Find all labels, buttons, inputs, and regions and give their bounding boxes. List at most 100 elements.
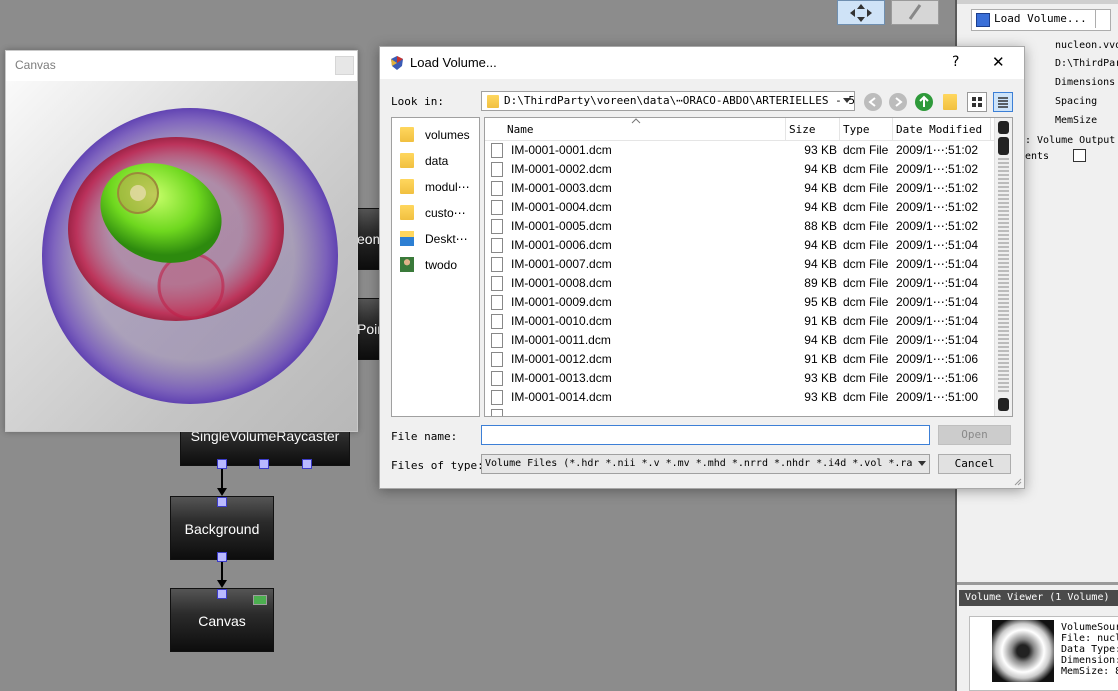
detail-list-icon (998, 97, 1008, 108)
file-row[interactable]: IM-0001-0004.dcm 94 KB dcm File 2009/1⋯:51:… (485, 198, 995, 217)
folder-icon (400, 127, 414, 142)
folder-icon (400, 179, 414, 194)
file-row[interactable]: IM-0001-0010.dcm 91 KB dcm File 2009/1⋯:51:… (485, 312, 995, 331)
file-list[interactable]: Name Size Type Date Modified IM-0001-000… (484, 117, 1013, 417)
file-row[interactable]: IM-0001-0011.dcm 94 KB dcm File 2009/1⋯:51:… (485, 331, 995, 350)
file-icon (491, 314, 503, 329)
file-icon (491, 143, 503, 158)
output-port[interactable] (217, 459, 227, 469)
file-type: dcm File (843, 352, 889, 366)
grid-icon (972, 97, 982, 107)
connection-wire (221, 469, 223, 489)
file-icon (491, 238, 503, 253)
canvas-window[interactable]: Canvas (5, 50, 358, 432)
file-name: IM-0001-0002.dcm (511, 162, 612, 176)
file-row[interactable]: IM-0001-0007.dcm 94 KB dcm File 2009/1⋯:51:… (485, 255, 995, 274)
canvas-title-bar[interactable]: Canvas (6, 51, 357, 80)
scroll-thumb[interactable] (998, 137, 1009, 155)
file-name: IM-0001-0012.dcm (511, 352, 612, 366)
output-port[interactable] (302, 459, 312, 469)
file-icon (491, 295, 503, 310)
volume-preview-thumbnail (992, 620, 1054, 682)
file-date: 2009/1⋯:51:04 (896, 295, 979, 309)
up-folder-button[interactable] (915, 93, 933, 111)
scroll-down-button[interactable] (998, 398, 1009, 411)
link-tool-button[interactable] (891, 0, 939, 25)
file-type: dcm File (843, 295, 889, 309)
input-port[interactable] (217, 589, 227, 599)
canvas-close-button[interactable] (335, 56, 354, 75)
file-type: dcm File (843, 371, 889, 385)
file-date: 2009/1⋯:51:04 (896, 333, 979, 347)
file-type: dcm File (843, 314, 889, 328)
new-folder-button[interactable] (943, 94, 957, 110)
column-date[interactable]: Date Modified (896, 123, 982, 136)
place-modules[interactable]: modul⋯ (392, 174, 479, 200)
files-of-type-combo[interactable]: Volume Files (*.hdr *.nii *.v *.mv *.mhd… (481, 454, 930, 474)
checkbox[interactable] (1073, 149, 1086, 162)
sort-up-icon (631, 118, 641, 124)
place-volumes[interactable]: volumes (392, 122, 479, 148)
file-name: IM-0001-0007.dcm (511, 257, 612, 271)
file-type: dcm File (843, 333, 889, 347)
file-row-partial[interactable] (485, 407, 995, 416)
file-row[interactable]: IM-0001-0013.dcm 93 KB dcm File 2009/1⋯:51:… (485, 369, 995, 388)
column-type[interactable]: Type (843, 123, 870, 136)
connection-arrow (217, 580, 227, 588)
volume-filename: nucleon.vvd (1055, 40, 1118, 51)
volume-rendering[interactable] (6, 81, 357, 431)
vertical-scrollbar[interactable] (994, 118, 1012, 416)
close-button[interactable]: ✕ (992, 53, 1005, 71)
file-name: IM-0001-0013.dcm (511, 371, 612, 385)
forward-button[interactable] (889, 93, 907, 111)
scroll-track[interactable] (998, 158, 1009, 394)
back-button[interactable] (864, 93, 882, 111)
place-user[interactable]: twodo (392, 252, 479, 278)
help-button[interactable]: ? (952, 54, 959, 70)
file-name: IM-0001-0014.dcm (511, 390, 612, 404)
input-port[interactable] (217, 497, 227, 507)
place-desktop[interactable]: Deskt⋯ (392, 226, 479, 252)
places-sidebar[interactable]: volumes data modul⋯ custo⋯ Deskt⋯ twodo (391, 117, 480, 417)
column-name[interactable]: Name (507, 123, 534, 136)
place-custom[interactable]: custo⋯ (392, 200, 479, 226)
file-date: 2009/1⋯:51:02 (896, 143, 979, 157)
detail-view-button[interactable] (993, 92, 1013, 112)
column-size[interactable]: Size (789, 123, 816, 136)
navigate-tool-button[interactable] (837, 0, 885, 25)
file-name-label: File name: (391, 430, 458, 443)
dropdown-arrow-icon[interactable] (1095, 10, 1110, 28)
file-name: IM-0001-0009.dcm (511, 295, 612, 309)
cancel-button[interactable]: Cancel (938, 454, 1011, 474)
file-size: 89 KB (804, 276, 837, 290)
up-arrow-icon (919, 95, 929, 107)
place-data[interactable]: data (392, 148, 479, 174)
file-row[interactable]: IM-0001-0008.dcm 89 KB dcm File 2009/1⋯:51:… (485, 274, 995, 293)
file-row[interactable]: IM-0001-0006.dcm 94 KB dcm File 2009/1⋯:51:… (485, 236, 995, 255)
file-type: dcm File (843, 181, 889, 195)
connection-arrow (217, 488, 227, 496)
open-button[interactable]: Open (938, 425, 1011, 445)
dialog-title-bar[interactable]: Load Volume... ? ✕ (380, 47, 1024, 79)
load-volume-dialog[interactable]: Load Volume... ? ✕ Look in: D:\ThirdPart… (379, 46, 1025, 489)
list-view-button[interactable] (967, 92, 987, 112)
look-in-combo[interactable]: D:\ThirdParty\voreen\data\⋯ORACO-ABDO\AR… (481, 91, 855, 111)
file-row[interactable]: IM-0001-0001.dcm 93 KB dcm File 2009/1⋯:51:… (485, 141, 995, 160)
canvas-visible-indicator[interactable] (253, 595, 267, 605)
output-port[interactable] (217, 552, 227, 562)
file-row[interactable]: IM-0001-0014.dcm 93 KB dcm File 2009/1⋯:51:… (485, 388, 995, 407)
file-row[interactable]: IM-0001-0002.dcm 94 KB dcm File 2009/1⋯:51:… (485, 160, 995, 179)
volume-path: D:\ThirdParty (1055, 58, 1118, 69)
scroll-up-button[interactable] (998, 121, 1009, 134)
file-row[interactable]: IM-0001-0009.dcm 95 KB dcm File 2009/1⋯:51:… (485, 293, 995, 312)
resize-grip-icon[interactable] (1014, 478, 1022, 486)
back-arrow-icon (868, 97, 876, 107)
file-size: 94 KB (804, 238, 837, 252)
load-volume-button[interactable]: Load Volume... (971, 9, 1111, 31)
output-port[interactable] (259, 459, 269, 469)
file-row[interactable]: IM-0001-0003.dcm 94 KB dcm File 2009/1⋯:51:… (485, 179, 995, 198)
file-row[interactable]: IM-0001-0012.dcm 91 KB dcm File 2009/1⋯:51:… (485, 350, 995, 369)
volume-viewer-title: Volume Viewer (1 Volume) (959, 590, 1118, 606)
file-row[interactable]: IM-0001-0005.dcm 88 KB dcm File 2009/1⋯:51:… (485, 217, 995, 236)
file-name-input[interactable] (481, 425, 930, 445)
